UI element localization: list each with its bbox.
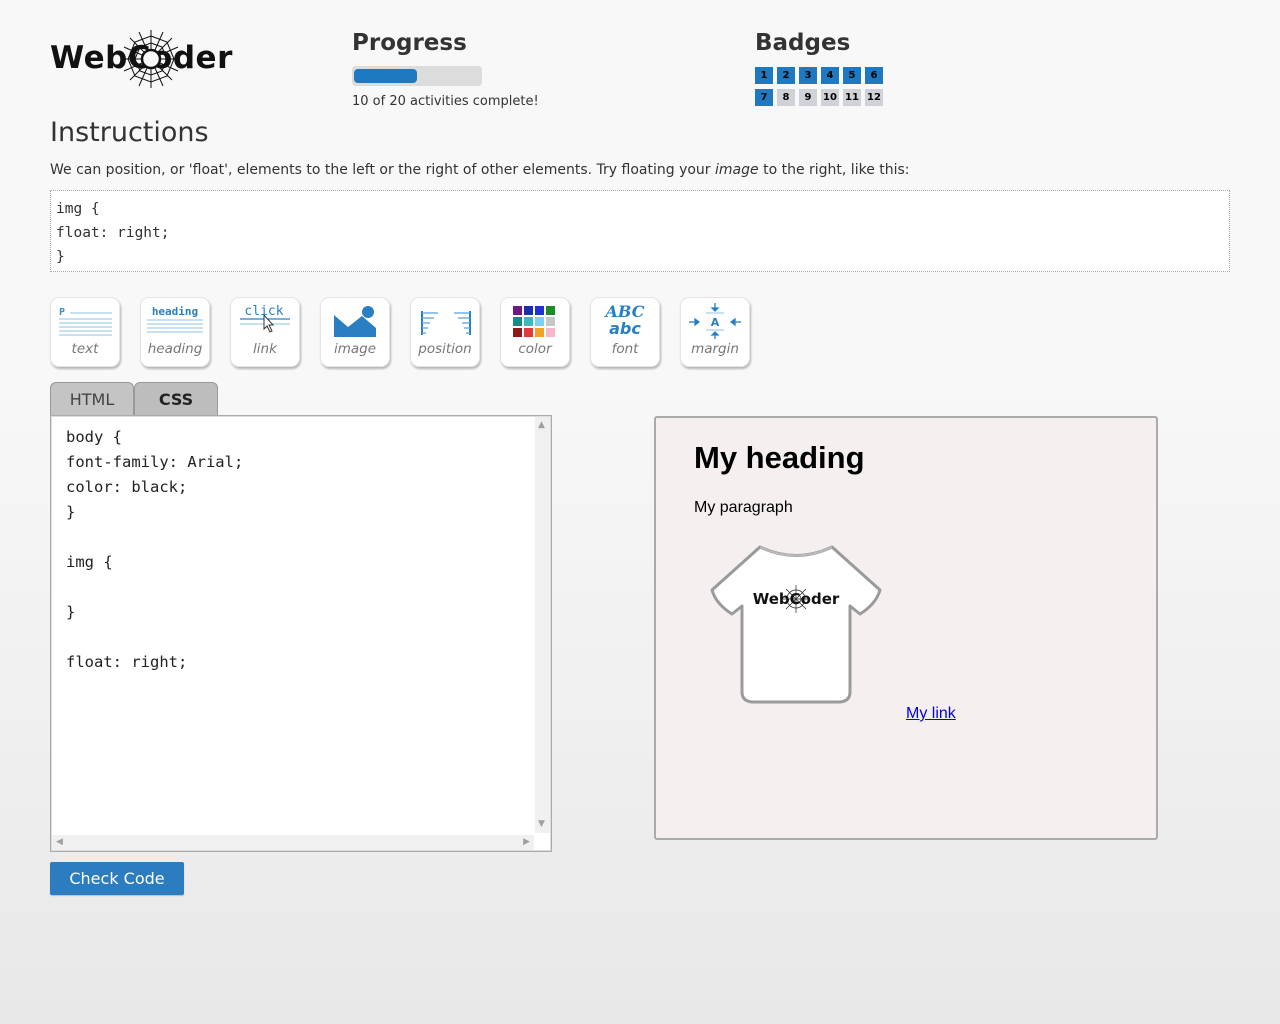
- scroll-left-icon[interactable]: ◀: [56, 837, 63, 847]
- link-icon: click: [240, 304, 290, 333]
- tool-margin-button[interactable]: A margin: [680, 297, 750, 367]
- preview-paragraph: My paragraph: [694, 499, 793, 516]
- position-icon: [421, 311, 471, 335]
- progress-bar-fill: [354, 69, 417, 83]
- heading-icon: heading: [147, 305, 203, 333]
- preview-link[interactable]: My link: [906, 705, 956, 723]
- heading-icon-text: heading: [152, 305, 198, 318]
- tool-color-button[interactable]: color: [500, 297, 570, 367]
- font-icon: ABC abc: [604, 302, 645, 338]
- tool-link-button[interactable]: click link: [230, 297, 300, 367]
- instructions-title: Instructions: [50, 117, 209, 148]
- tshirt-image-text: WebCoder: [753, 590, 840, 608]
- css-code-editor[interactable]: body { font-family: Arial; color: black;…: [50, 415, 552, 852]
- badge-9: 9: [799, 89, 817, 106]
- spiderweb-icon: [122, 30, 180, 88]
- image-icon: [334, 306, 376, 337]
- editor-code[interactable]: body { font-family: Arial; color: black;…: [66, 425, 243, 675]
- check-code-button[interactable]: Check Code: [50, 862, 184, 895]
- margin-icon-text: A: [711, 316, 720, 329]
- instructions-text-after: to the right, like this:: [758, 162, 910, 178]
- tool-heading-button[interactable]: heading heading: [140, 297, 210, 367]
- badge-5: 5: [843, 67, 861, 84]
- badge-8: 8: [777, 89, 795, 106]
- progress-text: 10 of 20 activities complete!: [352, 94, 539, 109]
- color-icon: [513, 306, 555, 337]
- scroll-right-icon[interactable]: ▶: [523, 837, 530, 847]
- tool-text-button[interactable]: P text: [50, 297, 120, 367]
- badge-11: 11: [843, 89, 861, 106]
- tool-label: position: [418, 341, 472, 357]
- tab-css[interactable]: CSS: [134, 382, 218, 416]
- scroll-up-icon[interactable]: ▲: [538, 420, 545, 430]
- tool-label: margin: [691, 341, 739, 357]
- instructions-text-before: We can position, or 'float', elements to…: [50, 162, 716, 178]
- tool-label: text: [71, 341, 99, 357]
- tool-position-button[interactable]: position: [410, 297, 480, 367]
- horizontal-scrollbar[interactable]: ◀ ▶: [52, 835, 534, 850]
- badge-1: 1: [755, 67, 773, 84]
- badge-4: 4: [821, 67, 839, 84]
- svg-text:P: P: [59, 307, 65, 318]
- tool-label: heading: [147, 341, 203, 357]
- font-icon-lower: abc: [609, 319, 641, 338]
- preview-heading: My heading: [694, 440, 865, 475]
- code-example: img { float: right; }: [50, 190, 1230, 272]
- badge-12: 12: [865, 89, 883, 106]
- tool-label: color: [518, 341, 552, 357]
- instructions-text-emphasis: image: [715, 162, 759, 178]
- margin-icon: A: [689, 303, 741, 339]
- vertical-scrollbar[interactable]: ▲ ▼: [535, 417, 550, 833]
- code-example-text: img { float: right; }: [56, 201, 170, 265]
- tshirt-image: WebCoder: [710, 545, 882, 704]
- badge-2: 2: [777, 67, 795, 84]
- text-icon: P: [59, 307, 112, 336]
- instructions-text: We can position, or 'float', elements to…: [50, 162, 910, 178]
- progress-bar: [352, 66, 482, 86]
- badge-6: 6: [865, 67, 883, 84]
- webcoder-logo: WebCoder: [50, 28, 232, 94]
- tool-label: link: [253, 341, 277, 357]
- tool-font-button[interactable]: ABC abc font: [590, 297, 660, 367]
- tool-label: font: [611, 341, 639, 357]
- tool-label: image: [333, 341, 377, 357]
- badge-10: 10: [821, 89, 839, 106]
- tab-html[interactable]: HTML: [50, 382, 134, 416]
- tool-image-button[interactable]: image: [320, 297, 390, 367]
- badge-3: 3: [799, 67, 817, 84]
- progress-title: Progress: [352, 30, 467, 56]
- badges-title: Badges: [755, 30, 851, 56]
- preview-pane: My heading My paragraph WebCoder My link: [654, 416, 1158, 840]
- badge-7: 7: [755, 89, 773, 106]
- scroll-down-icon[interactable]: ▼: [538, 819, 545, 829]
